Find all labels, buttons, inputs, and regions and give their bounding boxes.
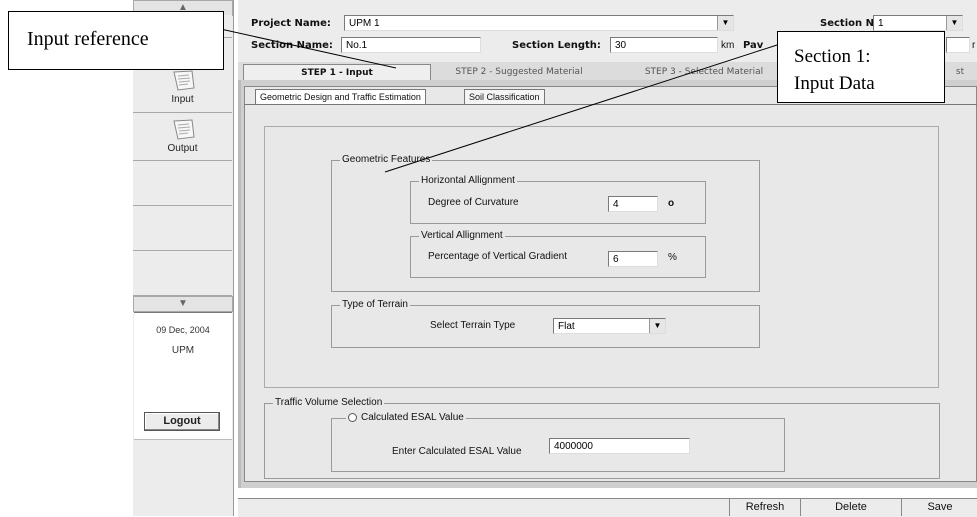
horizontal-alignment-title: Horizontal Allignment <box>419 175 517 187</box>
sidebar-item-input[interactable]: Input <box>133 66 232 113</box>
esal-input-label: Enter Calculated ESAL Value <box>392 446 522 457</box>
tab-step-3[interactable]: STEP 3 - Selected Material <box>614 64 794 80</box>
gradient-unit: % <box>668 252 677 263</box>
chevron-down-icon[interactable]: ▼ <box>649 319 665 333</box>
degree-of-curvature-input[interactable]: 4 <box>608 196 658 212</box>
section-name-input[interactable]: No.1 <box>341 37 481 53</box>
section-no-value: 1 <box>878 18 884 29</box>
radio-button[interactable] <box>348 412 357 422</box>
vertical-alignment-title: Vertical Allignment <box>419 230 505 242</box>
sidebar-empty-slot[interactable] <box>133 161 232 206</box>
save-button[interactable]: Save <box>901 499 977 516</box>
session-date: 09 Dec, 2004 <box>156 325 210 335</box>
terrain-title: Type of Terrain <box>340 299 410 311</box>
callout-line-1: Section 1: <box>794 46 871 67</box>
project-name-field[interactable]: UPM 1 ▼ <box>344 15 734 31</box>
esal-value-input[interactable]: 4000000 <box>549 438 690 454</box>
pavement-input[interactable] <box>946 37 970 53</box>
terrain-type-select[interactable]: Flat ▼ <box>553 318 666 334</box>
terrain-group: Type of Terrain <box>331 299 760 348</box>
section-input-callout: Section 1: Input Data <box>777 31 945 103</box>
esal-radio-label: Calculated ESAL Value <box>361 412 464 423</box>
geometric-features-title: Geometric Features <box>340 154 433 166</box>
tab-geometric-design[interactable]: Geometric Design and Traffic Estimation <box>255 89 426 105</box>
section-no-field[interactable]: 1 ▼ <box>873 15 963 31</box>
tab-step-1[interactable]: STEP 1 - Input <box>243 64 431 81</box>
sidebar-output-label: Output <box>167 143 198 154</box>
right-unit: r <box>972 40 976 51</box>
section-length-unit: km <box>721 40 735 51</box>
sidebar-empty-slot[interactable] <box>133 251 232 296</box>
terrain-type-value: Flat <box>558 321 575 332</box>
chevron-down-icon[interactable]: ▼ <box>946 16 962 30</box>
logout-button[interactable]: Logout <box>144 412 220 431</box>
project-name-label: Project Name: <box>251 18 331 29</box>
subtab-divider <box>244 104 977 105</box>
document-icon <box>172 70 195 91</box>
terrain-type-label: Select Terrain Type <box>430 320 516 331</box>
degree-of-curvature-label: Degree of Curvature <box>428 197 519 208</box>
sidebar-empty-slot[interactable] <box>133 206 232 251</box>
esal-group-title: Calculated ESAL Value <box>346 412 466 424</box>
project-name-value: UPM 1 <box>349 18 380 29</box>
tab-soil-classification[interactable]: Soil Classification <box>464 89 545 105</box>
sidebar-input-label: Input <box>171 94 194 105</box>
sidebar-scroll-down[interactable]: ▼ <box>133 296 233 312</box>
tab-step-4[interactable]: st <box>945 64 975 80</box>
refresh-button[interactable]: Refresh <box>729 499 800 516</box>
section-name-label: Section Name: <box>251 40 333 51</box>
session-user: UPM <box>171 345 195 356</box>
chevron-down-icon[interactable]: ▼ <box>717 16 733 30</box>
sidebar-item-output[interactable]: Output <box>133 113 232 161</box>
tab-step-2[interactable]: STEP 2 - Suggested Material <box>425 64 613 80</box>
delete-button[interactable]: Delete <box>800 499 901 516</box>
vertical-gradient-input[interactable]: 6 <box>608 251 658 267</box>
degree-unit: o <box>668 198 675 209</box>
section-length-input[interactable]: 30 <box>610 37 718 53</box>
pavement-label: Pav <box>743 40 764 51</box>
document-icon <box>172 119 195 140</box>
input-reference-callout: Input reference <box>8 11 224 70</box>
traffic-volume-title: Traffic Volume Selection <box>273 397 385 409</box>
section-length-label: Section Length: <box>512 40 601 51</box>
callout-line-2: Input Data <box>794 73 875 94</box>
vertical-gradient-label: Percentage of Vertical Gradient <box>428 251 567 262</box>
